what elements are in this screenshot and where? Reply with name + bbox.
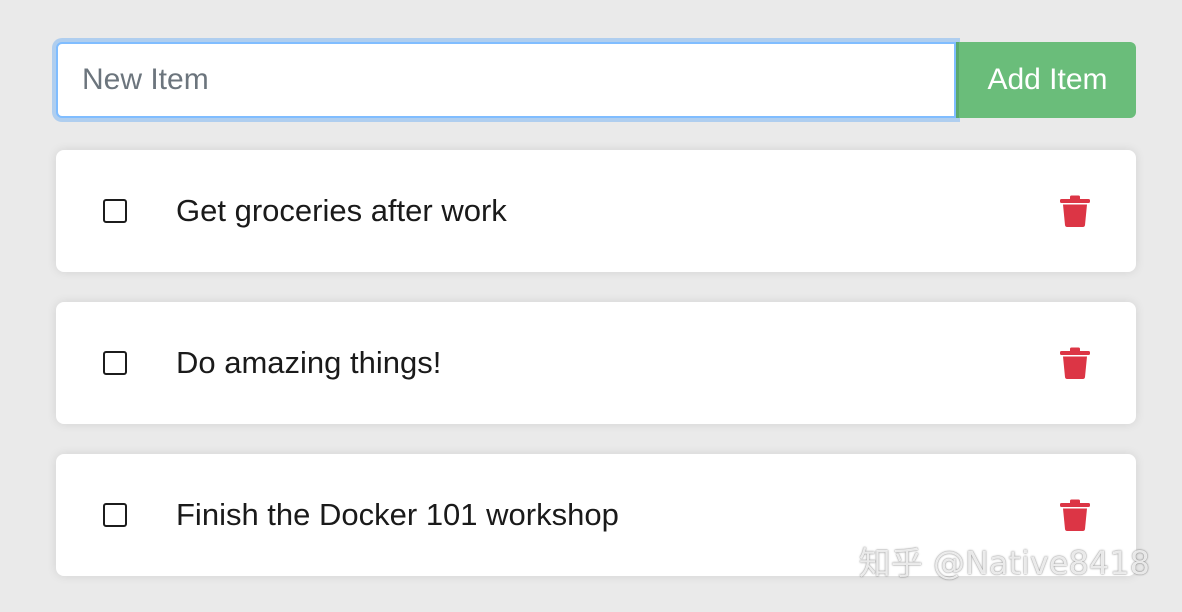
new-item-input[interactable] (56, 42, 956, 118)
checkbox-icon[interactable] (103, 199, 127, 223)
add-item-form: Add Item (56, 42, 1136, 118)
trash-icon[interactable] (1060, 499, 1090, 531)
todo-item: Get groceries after work (56, 150, 1136, 272)
item-name: Get groceries after work (176, 193, 507, 228)
checkbox-icon[interactable] (103, 351, 127, 375)
trash-icon[interactable] (1060, 195, 1090, 227)
item-name: Do amazing things! (176, 345, 442, 380)
checkbox-icon[interactable] (103, 503, 127, 527)
todo-item: Do amazing things! (56, 302, 1136, 424)
item-name: Finish the Docker 101 workshop (176, 497, 619, 532)
watermark: 知乎 @Native8418 (858, 544, 1150, 582)
add-item-button[interactable]: Add Item (956, 42, 1136, 118)
trash-icon[interactable] (1060, 347, 1090, 379)
todo-app: Add Item Get groceries after work Do ama… (0, 0, 1182, 612)
